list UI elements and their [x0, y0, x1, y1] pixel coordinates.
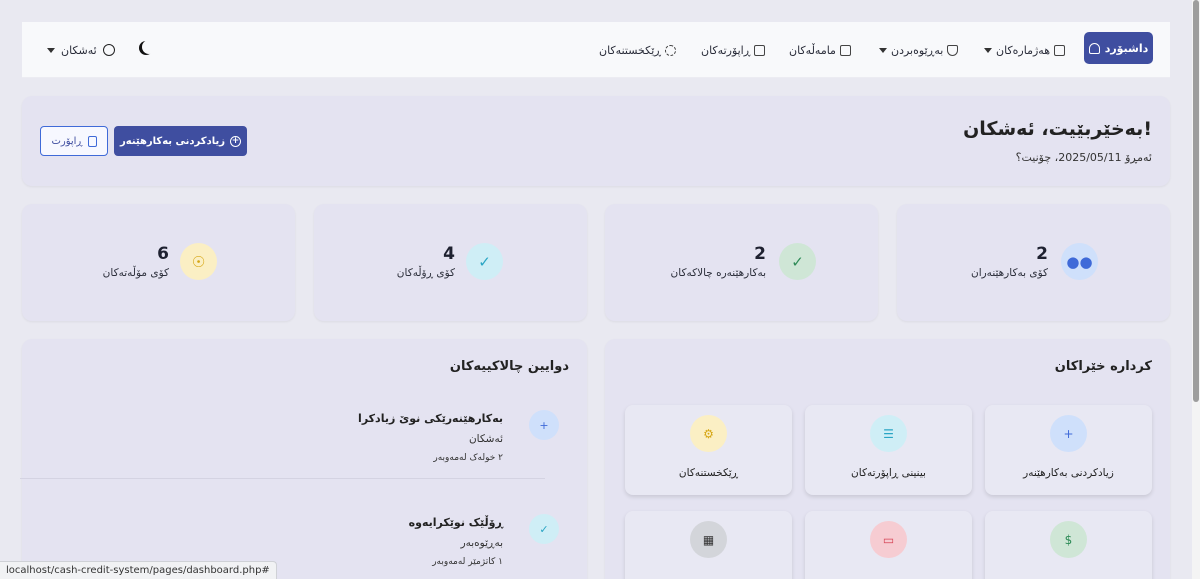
caret-down-icon: [984, 47, 992, 53]
caret-down-icon: [47, 47, 55, 53]
stat-label: کۆی بەکارهێنەران: [970, 267, 1048, 279]
nav-transactions-label: مامەڵەکان: [789, 43, 836, 57]
shield-check-icon: ✓: [529, 514, 559, 544]
file-icon: [754, 44, 766, 56]
shield-icon: [947, 44, 959, 56]
nav-management-label: بەڕێوەبردن: [891, 43, 944, 57]
report-button[interactable]: ڕاپۆرت: [40, 126, 108, 156]
nav-accounts-dropdown[interactable]: هەژمارەکان: [984, 22, 1065, 78]
stat-value: 2: [1036, 244, 1048, 264]
nav-reports-link[interactable]: ڕاپۆرتەکان: [701, 22, 766, 78]
quick-actions-title: کردارە خێراکان: [1054, 359, 1152, 374]
money-icon: $: [1050, 521, 1087, 558]
nav-transactions-link[interactable]: مامەڵەکان: [789, 22, 851, 78]
nav-settings-label: ڕێکخستنەکان: [599, 43, 661, 57]
gear-icon: ⚙: [690, 415, 727, 452]
quick-action-label: زیادکردنی بەکارهێنەر: [1023, 467, 1114, 479]
quick-action-view-reports[interactable]: ☰ بینینی ڕاپۆرتەکان: [805, 405, 972, 495]
activity-title: بەکارهێنەرێکی نوێ زیادکرا: [358, 412, 503, 425]
user-plus-icon: +: [1050, 415, 1087, 452]
quick-action-tile[interactable]: ▦: [625, 511, 792, 579]
scrollbar-thumb[interactable]: [1193, 0, 1199, 402]
stat-label: کۆی ڕۆڵەکان: [396, 267, 455, 279]
browser-status-bar: localhost/cash-credit-system/pages/dashb…: [0, 561, 277, 579]
stat-label: بەکارهێنەرە چالاکەکان: [670, 267, 766, 279]
nav-management-dropdown[interactable]: بەڕێوەبردن: [879, 22, 959, 78]
ledger-icon: [1054, 44, 1065, 56]
credit-card-icon: ▭: [870, 521, 907, 558]
recent-activity-card: دوایین چالاکییەکان + بەکارهێنەرێکی نوێ ز…: [22, 339, 587, 579]
nav-reports-label: ڕاپۆرتەکان: [701, 43, 751, 57]
activity-divider: [20, 478, 545, 479]
report-button-label: ڕاپۆرت: [51, 135, 83, 147]
user-check-icon: ✓: [779, 243, 816, 280]
calculator-icon: ▦: [690, 521, 727, 558]
user-circle-icon: [102, 44, 115, 56]
add-user-button-label: زیادکردنی بەکارهێنەر: [120, 135, 225, 147]
dark-mode-toggle-icon[interactable]: [142, 40, 156, 54]
gauge-icon: [1088, 42, 1100, 54]
add-user-button[interactable]: زیادکردنی بەکارهێنەر +: [114, 126, 247, 156]
activity-title: ڕۆڵێک نوێکرایەوە: [408, 516, 503, 529]
user-menu-dropdown[interactable]: ئەشکان: [47, 22, 115, 78]
quick-action-settings[interactable]: ⚙ ڕێکخستنەکان: [625, 405, 792, 495]
welcome-subtitle: ئەمڕۆ 2025/05/11، چۆنیت؟: [1015, 151, 1152, 164]
chart-file-icon: [87, 135, 97, 147]
table-icon: [839, 44, 851, 56]
quick-action-add-user[interactable]: + زیادکردنی بەکارهێنەر: [985, 405, 1152, 495]
top-navbar: داشبۆرد هەژمارەکان بەڕێوەبردن مامەڵەکان …: [22, 22, 1170, 78]
welcome-title: بەخێربێیت، ئەشکان!: [963, 118, 1152, 140]
activity-user: بەڕێوەبەر: [460, 537, 503, 549]
stat-card-total-users: ●● 2 کۆی بەکارهێنەران: [897, 204, 1170, 321]
caret-down-icon: [879, 47, 887, 53]
key-icon: ☉: [180, 243, 217, 280]
stat-card-active-users: ✓ 2 بەکارهێنەرە چالاکەکان: [605, 204, 878, 321]
file-text-icon: ☰: [870, 415, 907, 452]
recent-activity-title: دوایین چالاکییەکان: [449, 359, 569, 374]
quick-action-tile[interactable]: $: [985, 511, 1152, 579]
nav-dashboard-label: داشبۆرد: [1104, 41, 1149, 55]
quick-action-label: ڕێکخستنەکان: [678, 467, 739, 479]
activity-time: ٢ خولەک لەمەوبەر: [433, 453, 503, 463]
activity-item: + بەکارهێنەرێکی نوێ زیادکرا ئەشکان ٢ خول…: [59, 410, 559, 500]
users-icon: ●●: [1061, 243, 1098, 280]
nav-accounts-label: هەژمارەکان: [996, 43, 1050, 57]
stat-card-total-permissions: ☉ 6 کۆی مۆڵەتەکان: [22, 204, 295, 321]
activity-user: ئەشکان: [468, 433, 503, 445]
activity-time: ١ کاتژمێر لەمەوبەر: [432, 557, 503, 567]
page-scrollbar[interactable]: [1192, 0, 1200, 579]
user-plus-icon: +: [529, 410, 559, 440]
stat-value: 4: [443, 244, 455, 264]
nav-settings-link[interactable]: ڕێکخستنەکان: [599, 22, 676, 78]
stat-label: کۆی مۆڵەتەکان: [102, 267, 169, 279]
user-menu-label: ئەشکان: [61, 43, 97, 57]
shield-check-icon: ✓: [466, 243, 503, 280]
quick-actions-card: کردارە خێراکان + زیادکردنی بەکارهێنەر ☰ …: [605, 339, 1170, 579]
stat-value: 6: [157, 244, 169, 264]
nav-dashboard-button[interactable]: داشبۆرد: [1084, 32, 1153, 64]
gear-icon: [664, 44, 676, 56]
stat-value: 2: [754, 244, 766, 264]
quick-action-tile[interactable]: ▭: [805, 511, 972, 579]
welcome-card: بەخێربێیت، ئەشکان! ئەمڕۆ 2025/05/11، چۆن…: [22, 96, 1170, 186]
quick-action-label: بینینی ڕاپۆرتەکان: [851, 467, 926, 479]
stat-card-total-roles: ✓ 4 کۆی ڕۆڵەکان: [314, 204, 587, 321]
plus-circle-icon: +: [230, 135, 241, 147]
